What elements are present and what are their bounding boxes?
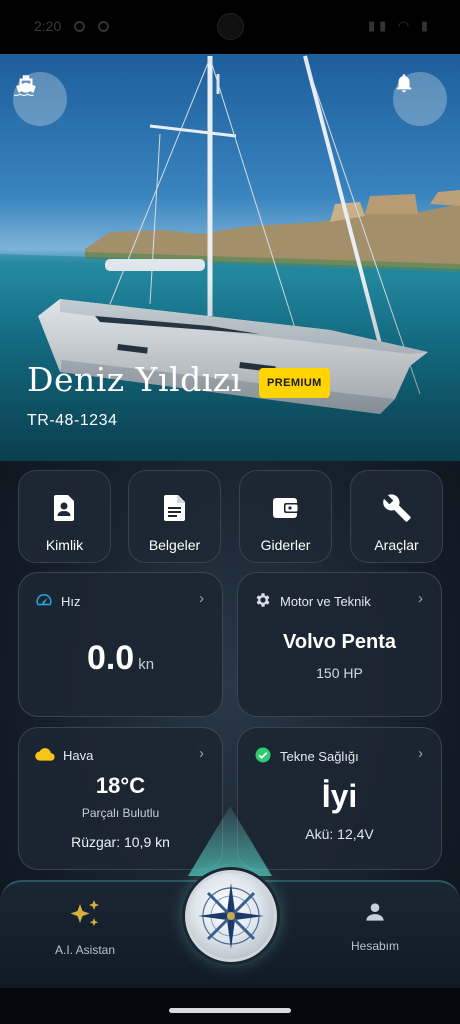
person-icon (362, 898, 388, 931)
quick-action-label: Giderler (260, 537, 311, 553)
home-indicator[interactable] (169, 1008, 291, 1013)
health-card-header: Tekne Sağlığı (254, 746, 359, 767)
nav-account[interactable]: Hesabım (335, 898, 415, 953)
health-card-title: Tekne Sağlığı (280, 749, 359, 764)
speed-card[interactable]: Hız › 0.0 kn (18, 572, 223, 717)
document-icon (163, 493, 186, 523)
nav-ai-assistant-label: A.I. Asistan (54, 943, 116, 957)
boat-name: Deniz Yıldızı (27, 360, 242, 399)
weather-card-title: Hava (63, 748, 94, 763)
cloud-icon (35, 746, 55, 765)
engine-power: 150 HP (316, 665, 363, 681)
id-card-icon (53, 493, 77, 523)
wrench-icon (382, 493, 412, 523)
engine-card[interactable]: Motor ve Teknik › Volvo Penta 150 HP (237, 572, 442, 717)
check-circle-icon (254, 746, 272, 767)
quick-action-label: Araçlar (374, 537, 419, 553)
registration-number: TR-48-1234 (27, 412, 118, 429)
notifications-button[interactable] (393, 72, 447, 126)
nav-account-label: Hesabım (350, 939, 400, 953)
status-notification-icon (74, 21, 85, 32)
front-camera (217, 13, 244, 40)
quick-action-araclar[interactable]: Araçlar (350, 470, 443, 563)
speed-value: 0.0 (86, 639, 135, 677)
compass-icon (198, 883, 264, 949)
quick-action-belgeler[interactable]: Belgeler (128, 470, 221, 563)
engine-card-header: Motor ve Teknik (254, 591, 371, 612)
nav-ai-assistant[interactable]: A.I. Asistan (45, 898, 125, 957)
compass-button[interactable] (185, 870, 277, 962)
wallet-icon (272, 493, 300, 523)
weather-card-header: Hava (35, 746, 93, 765)
compass-light-beam (188, 806, 272, 876)
quick-action-giderler[interactable]: Giderler (239, 470, 332, 563)
engine-brand: Volvo Penta (283, 631, 396, 653)
status-bar: 2:20 ▮▮ ◠ ▮ (0, 0, 460, 54)
boat-button[interactable] (13, 72, 67, 126)
chevron-right-icon: › (418, 745, 423, 762)
speedometer-icon (35, 591, 53, 612)
chevron-right-icon: › (199, 745, 204, 762)
status-signal-wifi-battery-icon: ▮▮ ◠ ▮ (367, 18, 432, 33)
quick-action-label: Kimlik (45, 537, 84, 553)
gear-icon (254, 591, 272, 612)
hero-image: Deniz Yıldızı PREMIUM TR-48-1234 (0, 54, 460, 461)
quick-action-kimlik[interactable]: Kimlik (18, 470, 111, 563)
speed-card-title: Hız (61, 594, 81, 609)
speed-unit: kn (138, 656, 155, 673)
status-dnd-icon (98, 21, 109, 32)
engine-card-title: Motor ve Teknik (280, 594, 371, 609)
speed-readout: 0.0 kn (19, 639, 222, 678)
sparkles-icon (68, 898, 102, 935)
status-time: 2:20 (34, 18, 62, 34)
hero-overlay (0, 54, 460, 461)
chevron-right-icon: › (199, 590, 204, 607)
quick-action-label: Belgeler (148, 537, 201, 553)
speed-card-header: Hız (35, 591, 81, 612)
bottom-safe-area (0, 988, 460, 1024)
weather-temperature: 18°C (95, 773, 146, 798)
premium-badge: PREMIUM (259, 368, 330, 398)
chevron-right-icon: › (418, 590, 423, 607)
